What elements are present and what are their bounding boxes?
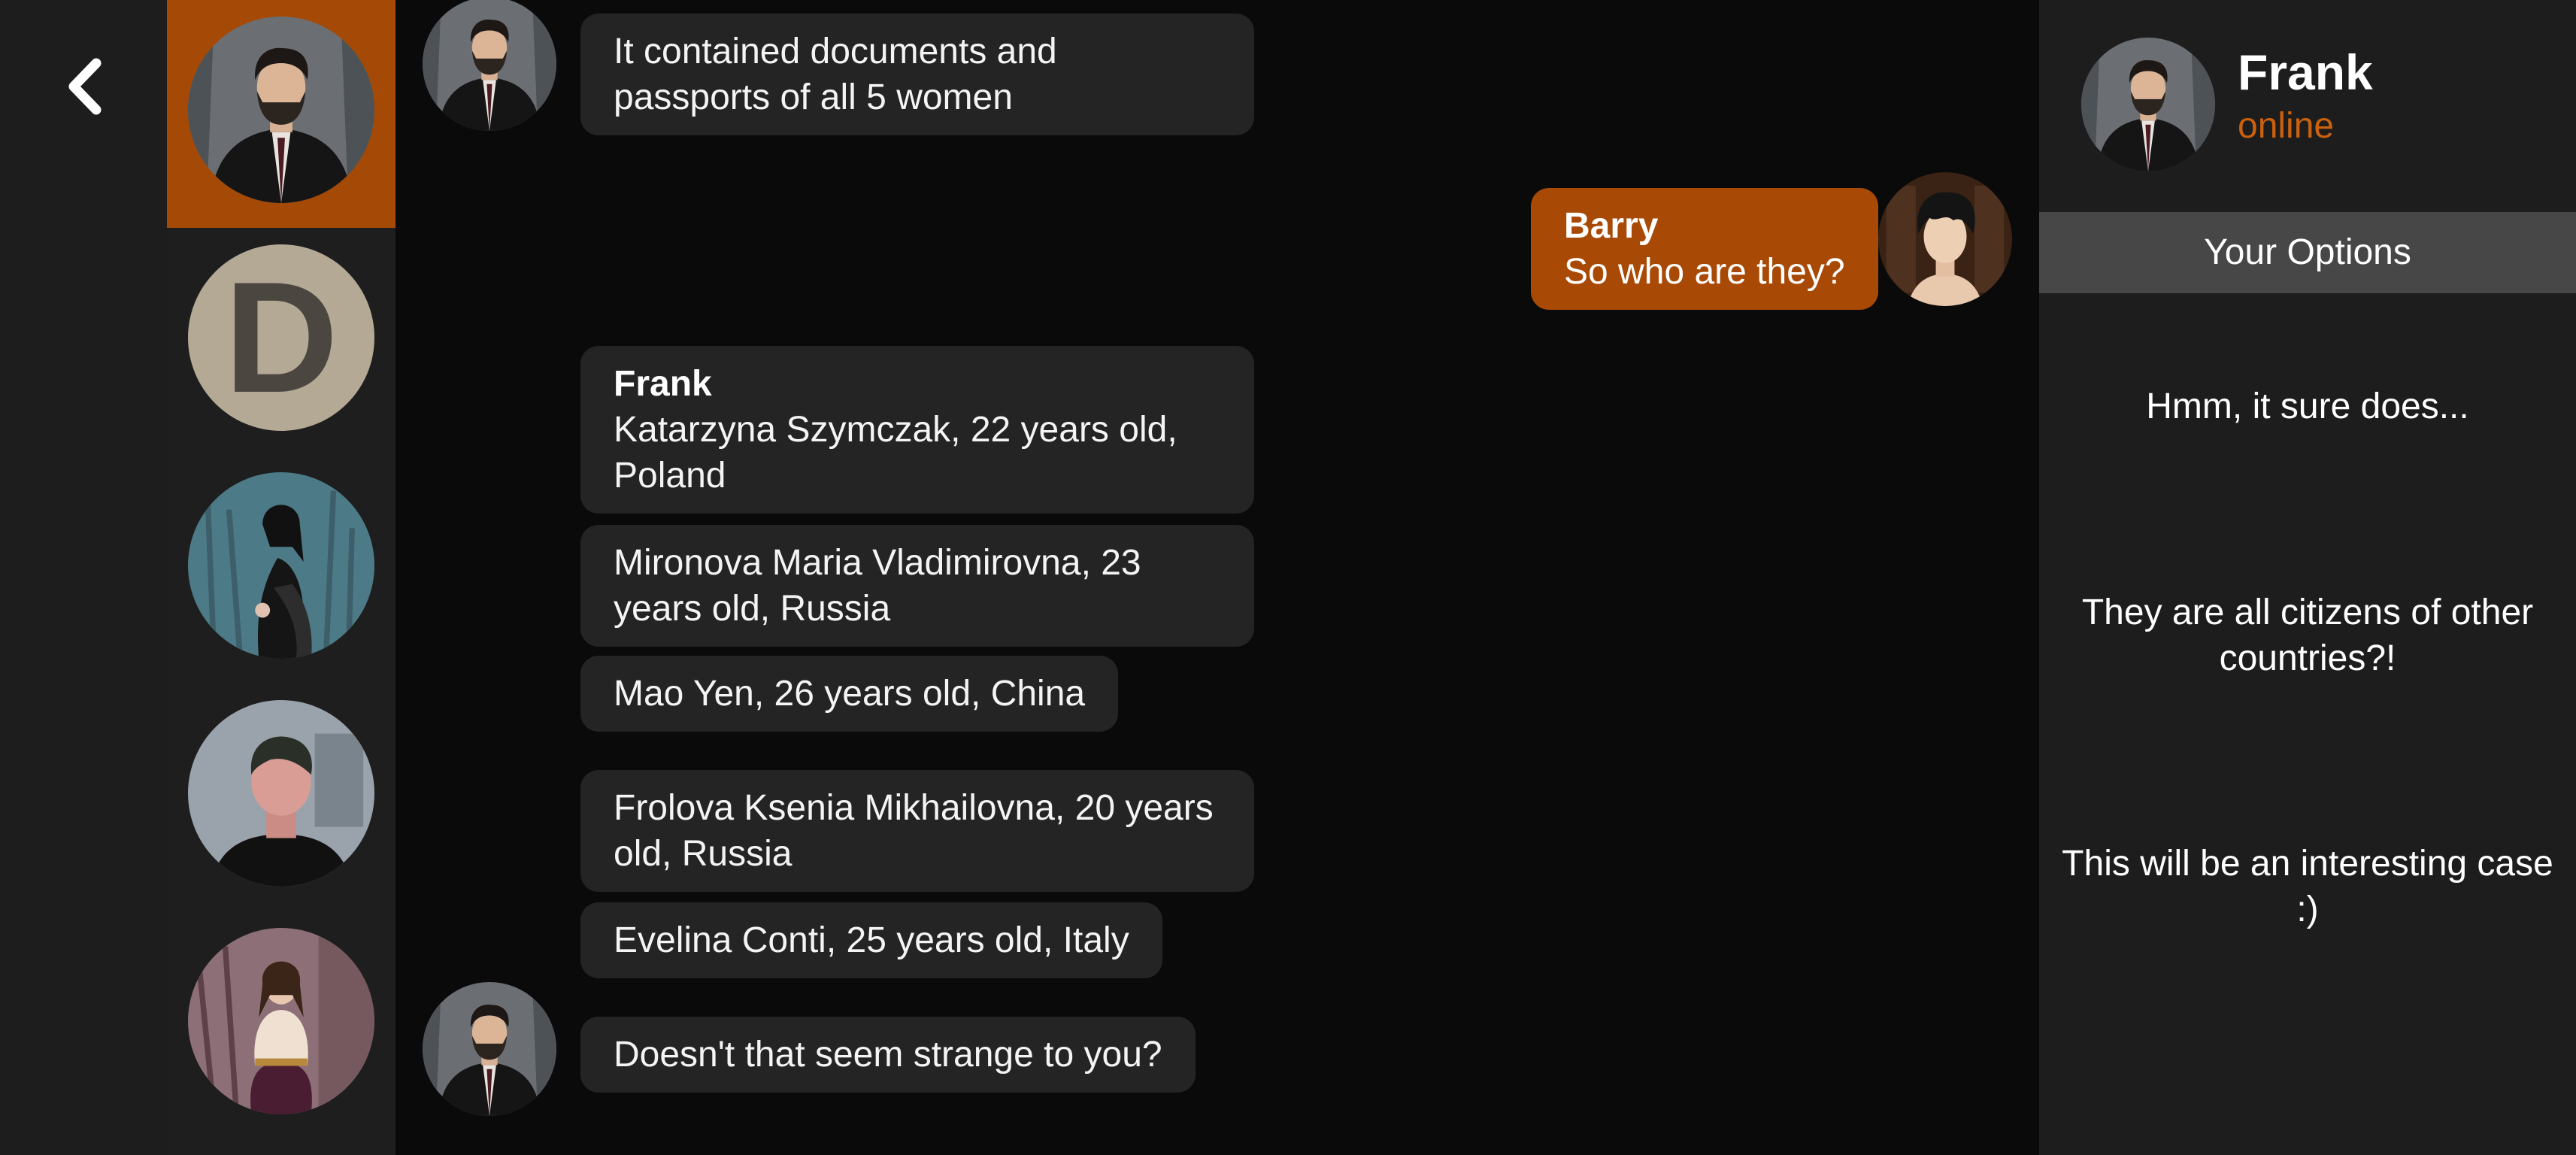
message-text: Frolova Ksenia Mikhailovna, 20 years old… — [614, 788, 1214, 874]
options-header: Your Options — [2039, 212, 2576, 293]
message-text: Mironova Maria Vladimirovna, 23 years ol… — [614, 543, 1141, 629]
chevron-left-icon — [68, 58, 102, 115]
contact-item-woman-black-dress[interactable] — [167, 456, 395, 684]
avatar — [188, 700, 374, 887]
contact-list: D — [167, 0, 395, 1155]
avatar-initial: D — [224, 249, 338, 426]
contact-item-woman-beige-top[interactable] — [167, 911, 395, 1139]
message-bubble: Frolova Ksenia Mikhailovna, 20 years old… — [580, 770, 1254, 892]
message-text: So who are they? — [1564, 252, 1845, 292]
avatar — [188, 928, 374, 1114]
message-bubble: It contained documents and passports of … — [580, 14, 1254, 135]
contact-item-frank[interactable] — [167, 0, 395, 228]
message-bubble: Mironova Maria Vladimirovna, 23 years ol… — [580, 525, 1254, 647]
message-text: Katarzyna Szymczak, 22 years old, Poland — [614, 410, 1177, 496]
message-text: Doesn't that seem strange to you? — [614, 1035, 1162, 1075]
message-sender: Frank — [614, 364, 712, 404]
reply-option[interactable]: They are all citizens of other countries… — [2054, 590, 2561, 681]
avatar-frank — [423, 982, 556, 1116]
back-button[interactable] — [53, 53, 120, 120]
contact-info-panel: Frank online Your Options Hmm, it sure d… — [2039, 0, 2576, 1155]
message-text: Mao Yen, 26 years old, China — [614, 674, 1086, 714]
message-bubble-outgoing: Barry So who are they? — [1531, 188, 1878, 310]
chat-messages-area: It contained documents and passports of … — [395, 0, 2039, 1155]
left-navigation-bar — [0, 0, 167, 1155]
message-bubble: Doesn't that seem strange to you? — [580, 1017, 1196, 1093]
contact-name: Frank — [2238, 44, 2373, 100]
contact-item-man-black-tshirt[interactable] — [167, 684, 395, 911]
status-text: online — [2238, 106, 2335, 146]
avatar: D — [188, 244, 374, 431]
message-bubble: Frank Katarzyna Szymczak, 22 years old, … — [580, 346, 1254, 514]
avatar-frank — [423, 0, 556, 131]
avatar — [188, 472, 374, 659]
avatar — [2081, 38, 2215, 171]
message-text: It contained documents and passports of … — [614, 32, 1057, 117]
avatar-barry — [1878, 172, 2012, 306]
reply-option[interactable]: Hmm, it sure does... — [2054, 383, 2561, 429]
message-bubble: Mao Yen, 26 years old, China — [580, 656, 1119, 732]
message-bubble: Evelina Conti, 25 years old, Italy — [580, 902, 1162, 978]
contact-item-d[interactable]: D — [167, 228, 395, 456]
message-text: Evelina Conti, 25 years old, Italy — [614, 920, 1129, 960]
reply-option[interactable]: This will be an interesting case :) — [2054, 841, 2561, 932]
message-sender: Barry — [1564, 206, 1659, 246]
avatar — [188, 17, 374, 203]
